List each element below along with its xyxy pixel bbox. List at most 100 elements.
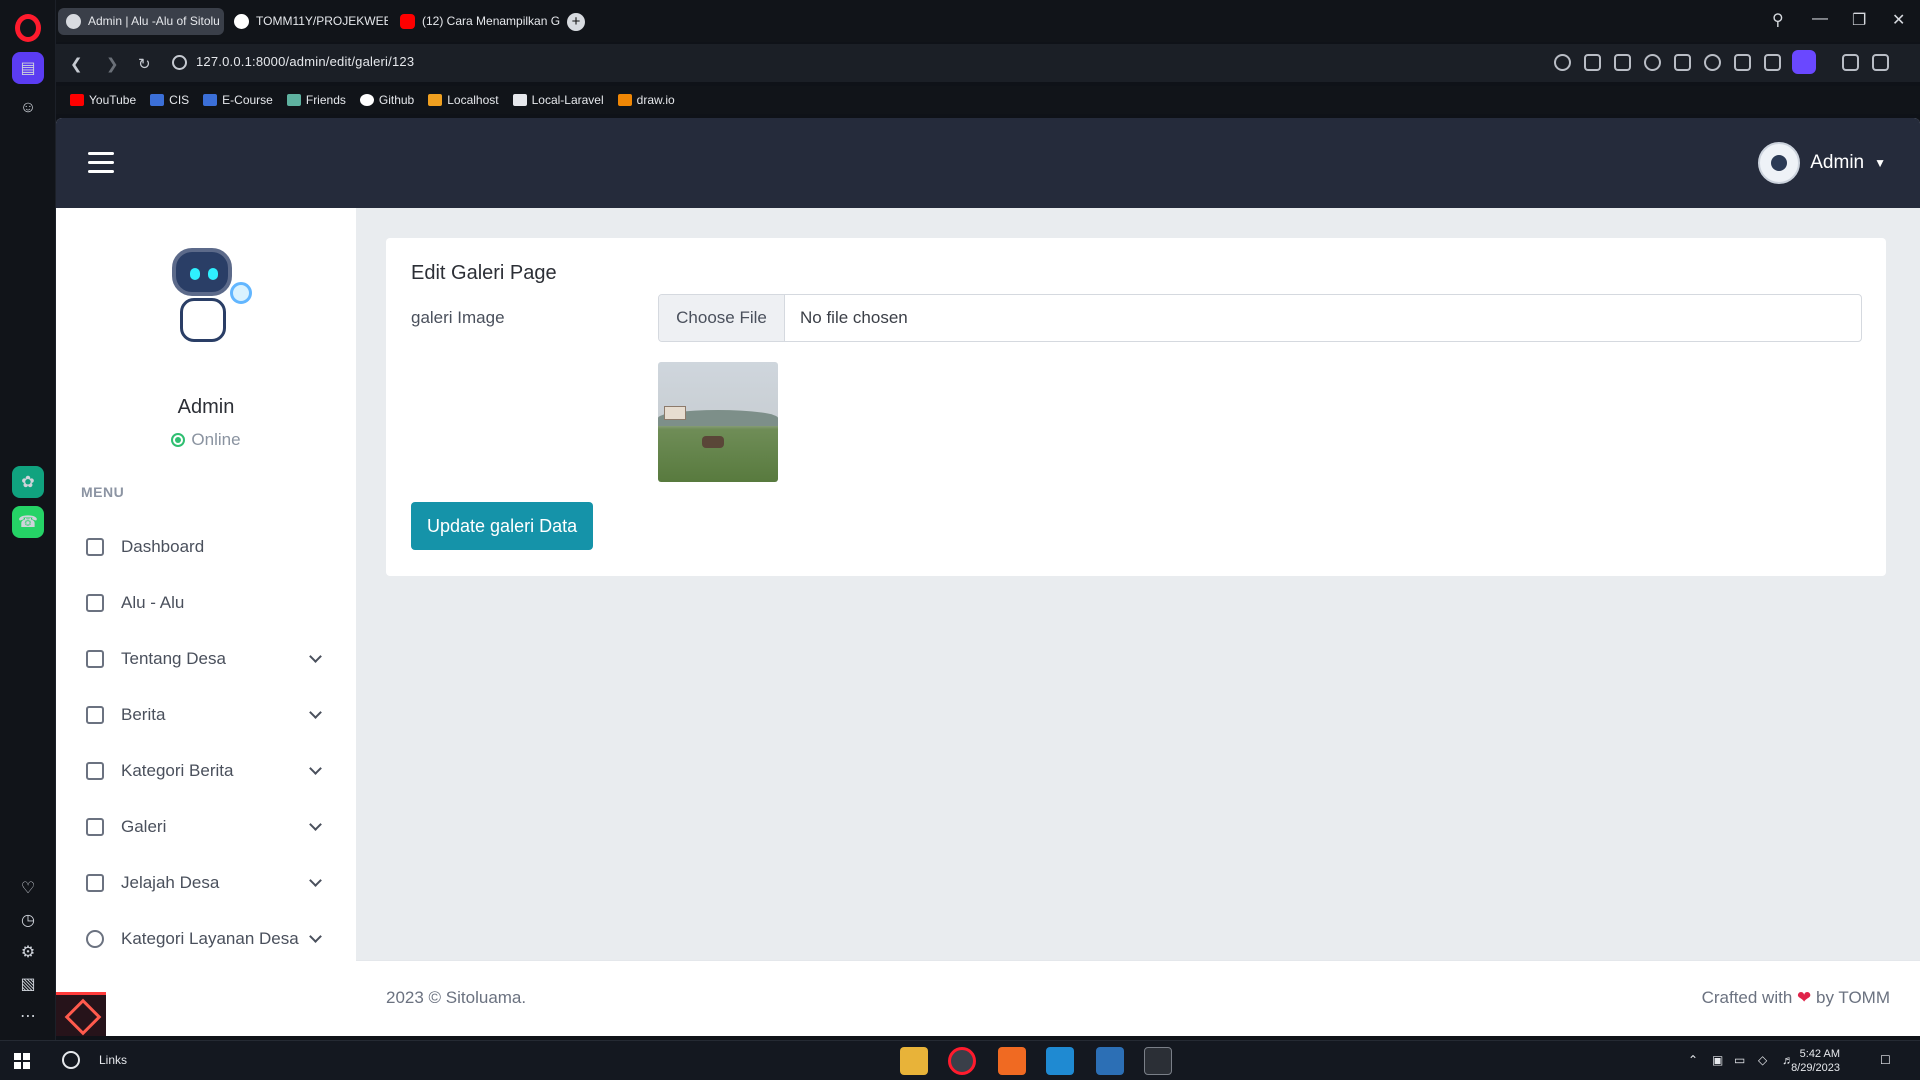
windows-start-icon[interactable] [14, 1053, 30, 1069]
footer: 2023 © Sitoluama. Crafted with ❤ by TOMM [356, 960, 1920, 1036]
opera-icon[interactable] [948, 1047, 976, 1075]
vpn-icon[interactable]: ▧ [12, 968, 44, 1000]
clock[interactable]: 5:42 AM 8/29/2023 [1791, 1047, 1840, 1075]
chevron-down-icon [309, 818, 322, 831]
address-bar: ❮ ❯ ↻ 127.0.0.1:8000/admin/edit/galeri/1… [56, 44, 1920, 82]
credit-text: Crafted with ❤ by TOMM [1701, 988, 1890, 1007]
whatsapp-icon[interactable]: ☎ [12, 506, 44, 538]
tab-github[interactable]: TOMM11Y/PROJEKWEBPA [226, 8, 388, 35]
list-icon [86, 762, 104, 780]
bookmark-ecourse[interactable]: E-Course [203, 93, 273, 107]
sidebar-item-tentang-desa[interactable]: Tentang Desa [56, 631, 356, 687]
user-dropdown[interactable]: Admin ▼ [1758, 142, 1886, 184]
vscode-icon[interactable] [1046, 1047, 1074, 1075]
opera-logo[interactable] [15, 14, 41, 42]
current-image-thumbnail [658, 362, 778, 482]
settings-icon[interactable]: ⚙ [12, 936, 44, 968]
chevron-down-icon [309, 650, 322, 663]
profile-icon[interactable] [1792, 50, 1816, 74]
sidebar-item-dashboard[interactable]: Dashboard [56, 519, 356, 575]
chevron-up-icon[interactable]: ⌃ [1688, 1053, 1698, 1067]
notes-icon[interactable]: ▤ [12, 52, 44, 84]
user-name: Admin [1810, 152, 1865, 173]
edit-icon[interactable] [1584, 54, 1601, 71]
copyright-text: 2023 © Sitoluama. [386, 988, 527, 1007]
file-explorer-icon[interactable] [900, 1047, 928, 1075]
web-app: Admin ▼ Admin Online MENU Dashboard Alu … [56, 118, 1920, 1036]
favorite-icon[interactable] [1704, 54, 1721, 71]
gear-icon [86, 930, 104, 948]
emoji-icon[interactable]: ☺ [12, 92, 44, 124]
sidebar-item-kategori-layanan-desa[interactable]: Kategori Layanan Desa [56, 911, 356, 967]
battery-icon[interactable]: ▭ [1734, 1053, 1745, 1067]
sidebar: Admin Online MENU Dashboard Alu - Alu Te… [56, 208, 356, 1036]
bookmark-localhost[interactable]: Localhost [428, 93, 499, 107]
back-button[interactable]: ❮ [70, 55, 83, 73]
more-icon[interactable]: ⋯ [12, 1000, 44, 1032]
close-window-button[interactable]: ✕ [1892, 10, 1905, 30]
new-tab-button[interactable]: + [567, 13, 585, 31]
tab-youtube[interactable]: (12) Cara Menampilkan G [392, 8, 560, 35]
wallet-icon[interactable] [1842, 54, 1859, 71]
hamburger-menu-icon[interactable] [88, 152, 114, 174]
restore-button[interactable]: ❐ [1852, 10, 1866, 30]
site-info-icon[interactable] [172, 55, 187, 70]
bookmark-youtube[interactable]: YouTube [70, 93, 136, 107]
tab-admin[interactable]: Admin | Alu -Alu of Sitolu [58, 8, 224, 35]
play-icon[interactable] [1674, 54, 1691, 71]
sidebar-item-galeri[interactable]: Galeri [56, 799, 356, 855]
chatgpt-icon[interactable]: ✿ [12, 466, 44, 498]
profile-name: Admin [177, 396, 235, 418]
xampp-icon [428, 94, 443, 106]
github-icon [234, 14, 249, 29]
chevron-down-icon [309, 706, 322, 719]
wifi-icon[interactable]: ◇ [1758, 1053, 1767, 1067]
notification-icon[interactable]: ☐ [1880, 1053, 1891, 1067]
download-icon[interactable] [1734, 54, 1751, 71]
photos-icon[interactable] [1096, 1047, 1124, 1075]
bookmark-github[interactable]: Github [359, 93, 414, 107]
camera-icon[interactable] [1614, 54, 1631, 71]
friends-icon [286, 94, 301, 106]
bookmark-cis[interactable]: CIS [150, 93, 189, 107]
bookmark-drawio[interactable]: draw.io [617, 93, 675, 107]
ecourse-icon [203, 94, 218, 106]
menu-icon[interactable] [1764, 54, 1781, 71]
find-icon[interactable] [1554, 54, 1571, 71]
choose-file-button[interactable]: Choose File [659, 295, 785, 341]
chevron-down-icon [309, 930, 322, 943]
drawio-icon [617, 94, 632, 106]
xampp-icon[interactable] [998, 1047, 1026, 1075]
file-input[interactable]: Choose File No file chosen [658, 294, 1862, 342]
update-button[interactable]: Update galeri Data [411, 502, 594, 550]
github-icon [359, 94, 374, 106]
laravel-debugbar-icon[interactable] [56, 992, 106, 1036]
tab-strip: Admin | Alu -Alu of Sitolu TOMM11Y/PROJE… [56, 0, 1920, 42]
reload-button[interactable]: ↻ [138, 55, 151, 73]
terminal-icon[interactable] [1144, 1047, 1172, 1075]
adblock-icon[interactable] [1644, 54, 1661, 71]
sidebar-item-kategori-berita[interactable]: Kategori Berita [56, 743, 356, 799]
extensions-icon[interactable] [1872, 54, 1889, 71]
cis-icon [150, 94, 165, 106]
sidebar-item-berita[interactable]: Berita [56, 687, 356, 743]
bookmark-local-laravel[interactable]: Local-Laravel [512, 93, 604, 107]
search-icon[interactable] [62, 1051, 80, 1069]
page-icon [512, 94, 527, 106]
heart-icon[interactable]: ♡ [12, 872, 44, 904]
minimize-button[interactable]: — [1812, 10, 1828, 28]
heart-icon: ❤ [1797, 988, 1812, 1007]
search-tabs-icon[interactable]: ⚲ [1772, 10, 1784, 30]
history-icon[interactable]: ◷ [12, 904, 44, 936]
online-dot-icon [171, 433, 186, 447]
bookmark-friends[interactable]: Friends [286, 93, 346, 107]
network-icon[interactable]: ▣ [1712, 1053, 1723, 1067]
sidebar-item-jelajah-desa[interactable]: Jelajah Desa [56, 855, 356, 911]
url-field[interactable]: 127.0.0.1:8000/admin/edit/galeri/123 [196, 54, 414, 69]
forward-button[interactable]: ❯ [106, 55, 119, 73]
dashboard-icon [86, 538, 104, 556]
book-icon [86, 874, 104, 892]
taskbar-search-label[interactable]: Links [99, 1053, 127, 1067]
status-indicator: Online [56, 430, 356, 450]
sidebar-item-alu-alu[interactable]: Alu - Alu [56, 575, 356, 631]
